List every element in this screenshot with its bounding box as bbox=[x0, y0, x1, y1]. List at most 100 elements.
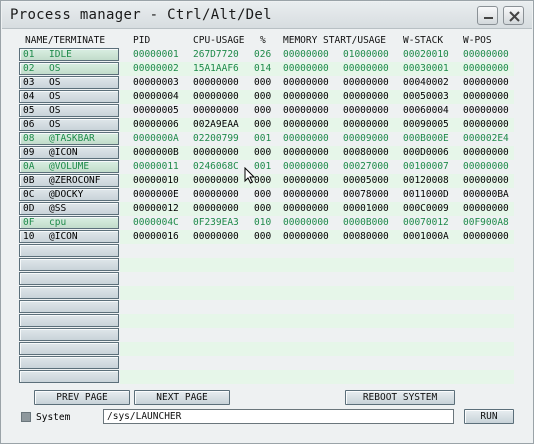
titlebar[interactable]: Process manager - Ctrl/Alt/Del bbox=[2, 2, 532, 29]
process-name: OS bbox=[49, 105, 61, 116]
minimize-button[interactable] bbox=[477, 6, 498, 25]
process-index: 0A bbox=[23, 161, 35, 172]
cell-wstack: 00020010 bbox=[403, 49, 449, 60]
cell-percent: 000 bbox=[254, 77, 272, 88]
cell-memory-start: 00000000 bbox=[283, 133, 329, 144]
cell-memory-usage: 0000B000 bbox=[343, 217, 389, 228]
process-item[interactable]: 02 OS bbox=[19, 62, 119, 75]
command-input[interactable]: /sys/LAUNCHER bbox=[103, 409, 454, 424]
cell-wstack: 000B000E bbox=[403, 133, 449, 144]
cell-pid: 00000001 bbox=[133, 49, 179, 60]
empty-process-slot[interactable] bbox=[19, 314, 119, 327]
cell-pid: 0000004C bbox=[133, 217, 179, 228]
process-index: 0C bbox=[23, 189, 35, 200]
cell-memory-start: 00000000 bbox=[283, 203, 329, 214]
empty-process-slot[interactable] bbox=[19, 258, 119, 271]
process-item[interactable]: 03 OS bbox=[19, 76, 119, 89]
header-name: NAME/TERMINATE bbox=[25, 35, 106, 46]
cell-memory-start: 00000000 bbox=[283, 49, 329, 60]
empty-process-slot[interactable] bbox=[19, 300, 119, 313]
header-percent: % bbox=[260, 35, 266, 46]
close-button[interactable] bbox=[503, 6, 524, 25]
process-item[interactable]: 01 IDLE bbox=[19, 48, 119, 61]
cell-wpos: 00000000 bbox=[463, 147, 509, 158]
process-index: 0B bbox=[23, 175, 35, 186]
cell-percent: 000 bbox=[254, 231, 272, 242]
empty-table-row bbox=[120, 370, 514, 384]
empty-table-row bbox=[120, 342, 514, 356]
process-name: OS bbox=[49, 77, 61, 88]
cell-wstack: 00050003 bbox=[403, 91, 449, 102]
table-row: 0000000A 02200799 001 00000000 00009000 000B0… bbox=[120, 132, 514, 146]
process-name: OS bbox=[49, 91, 61, 102]
header-pid: PID bbox=[133, 35, 151, 46]
empty-process-slot[interactable] bbox=[19, 328, 119, 341]
empty-process-slot[interactable] bbox=[19, 286, 119, 299]
process-index: 08 bbox=[23, 133, 35, 144]
process-item[interactable]: 0C @DOCKY bbox=[19, 188, 119, 201]
empty-table-row bbox=[120, 300, 514, 314]
cell-memory-usage: 00005000 bbox=[343, 175, 389, 186]
table-row: 00000003 00000000 000 00000000 00000000 00040… bbox=[120, 76, 514, 90]
cell-wstack: 0011000D bbox=[403, 189, 449, 200]
cell-memory-usage: 00000000 bbox=[343, 91, 389, 102]
process-item[interactable]: 0A @VOLUME bbox=[19, 160, 119, 173]
next-page-button[interactable]: NEXT PAGE bbox=[134, 390, 230, 405]
cell-cpu: 00000000 bbox=[193, 147, 239, 158]
table-row: 0000000B 00000000 000 00000000 00080000 000D0… bbox=[120, 146, 514, 160]
cell-wpos: 00000000 bbox=[463, 63, 509, 74]
process-item[interactable]: 06 OS bbox=[19, 118, 119, 131]
process-index: 09 bbox=[23, 147, 35, 158]
cell-wstack: 000C0009 bbox=[403, 203, 449, 214]
cell-cpu: 0F239EA3 bbox=[193, 217, 239, 228]
header-wpos: W-POS bbox=[463, 35, 492, 46]
cell-pid: 00000006 bbox=[133, 119, 179, 130]
cell-memory-start: 00000000 bbox=[283, 91, 329, 102]
cell-memory-start: 00000000 bbox=[283, 63, 329, 74]
cell-percent: 000 bbox=[254, 105, 272, 116]
cell-percent: 000 bbox=[254, 147, 272, 158]
empty-process-slot[interactable] bbox=[19, 342, 119, 355]
process-item[interactable]: 0D @SS bbox=[19, 202, 119, 215]
empty-table-row bbox=[120, 272, 514, 286]
process-item[interactable]: 04 OS bbox=[19, 90, 119, 103]
empty-process-slot[interactable] bbox=[19, 244, 119, 257]
cell-pid: 00000010 bbox=[133, 175, 179, 186]
cell-wpos: 00000000 bbox=[463, 203, 509, 214]
cell-percent: 000 bbox=[254, 203, 272, 214]
empty-process-slot[interactable] bbox=[19, 272, 119, 285]
cell-memory-start: 00000000 bbox=[283, 217, 329, 228]
process-item[interactable]: 10 @ICON bbox=[19, 230, 119, 243]
cell-wstack: 000D0006 bbox=[403, 147, 449, 158]
cell-cpu: 00000000 bbox=[193, 175, 239, 186]
cell-pid: 00000005 bbox=[133, 105, 179, 116]
system-checkbox-label: System bbox=[36, 412, 71, 423]
reboot-system-button[interactable]: REBOOT SYSTEM bbox=[345, 390, 455, 405]
process-item[interactable]: 0B @ZEROCONF bbox=[19, 174, 119, 187]
table-row: 00000010 00000000 000 00000000 00005000 00120… bbox=[120, 174, 514, 188]
cell-percent: 000 bbox=[254, 91, 272, 102]
cell-pid: 00000002 bbox=[133, 63, 179, 74]
process-item[interactable]: 09 @ICON bbox=[19, 146, 119, 159]
process-name: @VOLUME bbox=[49, 161, 90, 172]
header-memory: MEMORY START/USAGE bbox=[283, 35, 386, 46]
process-item[interactable]: 05 OS bbox=[19, 104, 119, 117]
process-item[interactable]: 08 @TASKBAR bbox=[19, 132, 119, 145]
cell-pid: 0000000E bbox=[133, 189, 179, 200]
process-name: @ICON bbox=[49, 147, 78, 158]
cell-cpu: 00000000 bbox=[193, 231, 239, 242]
run-button[interactable]: RUN bbox=[464, 409, 514, 424]
process-item[interactable]: 0F cpu bbox=[19, 216, 119, 229]
cell-percent: 000 bbox=[254, 175, 272, 186]
empty-process-slot[interactable] bbox=[19, 370, 119, 383]
cell-memory-usage: 00000000 bbox=[343, 77, 389, 88]
empty-table-row bbox=[120, 328, 514, 342]
empty-process-slot[interactable] bbox=[19, 356, 119, 369]
cell-wpos: 00000000 bbox=[463, 77, 509, 88]
cell-memory-usage: 00009000 bbox=[343, 133, 389, 144]
cell-memory-start: 00000000 bbox=[283, 119, 329, 130]
prev-page-button[interactable]: PREV PAGE bbox=[34, 390, 130, 405]
system-checkbox[interactable] bbox=[21, 412, 31, 422]
cell-wpos: 00000000 bbox=[463, 91, 509, 102]
header-wstack: W-STACK bbox=[403, 35, 444, 46]
